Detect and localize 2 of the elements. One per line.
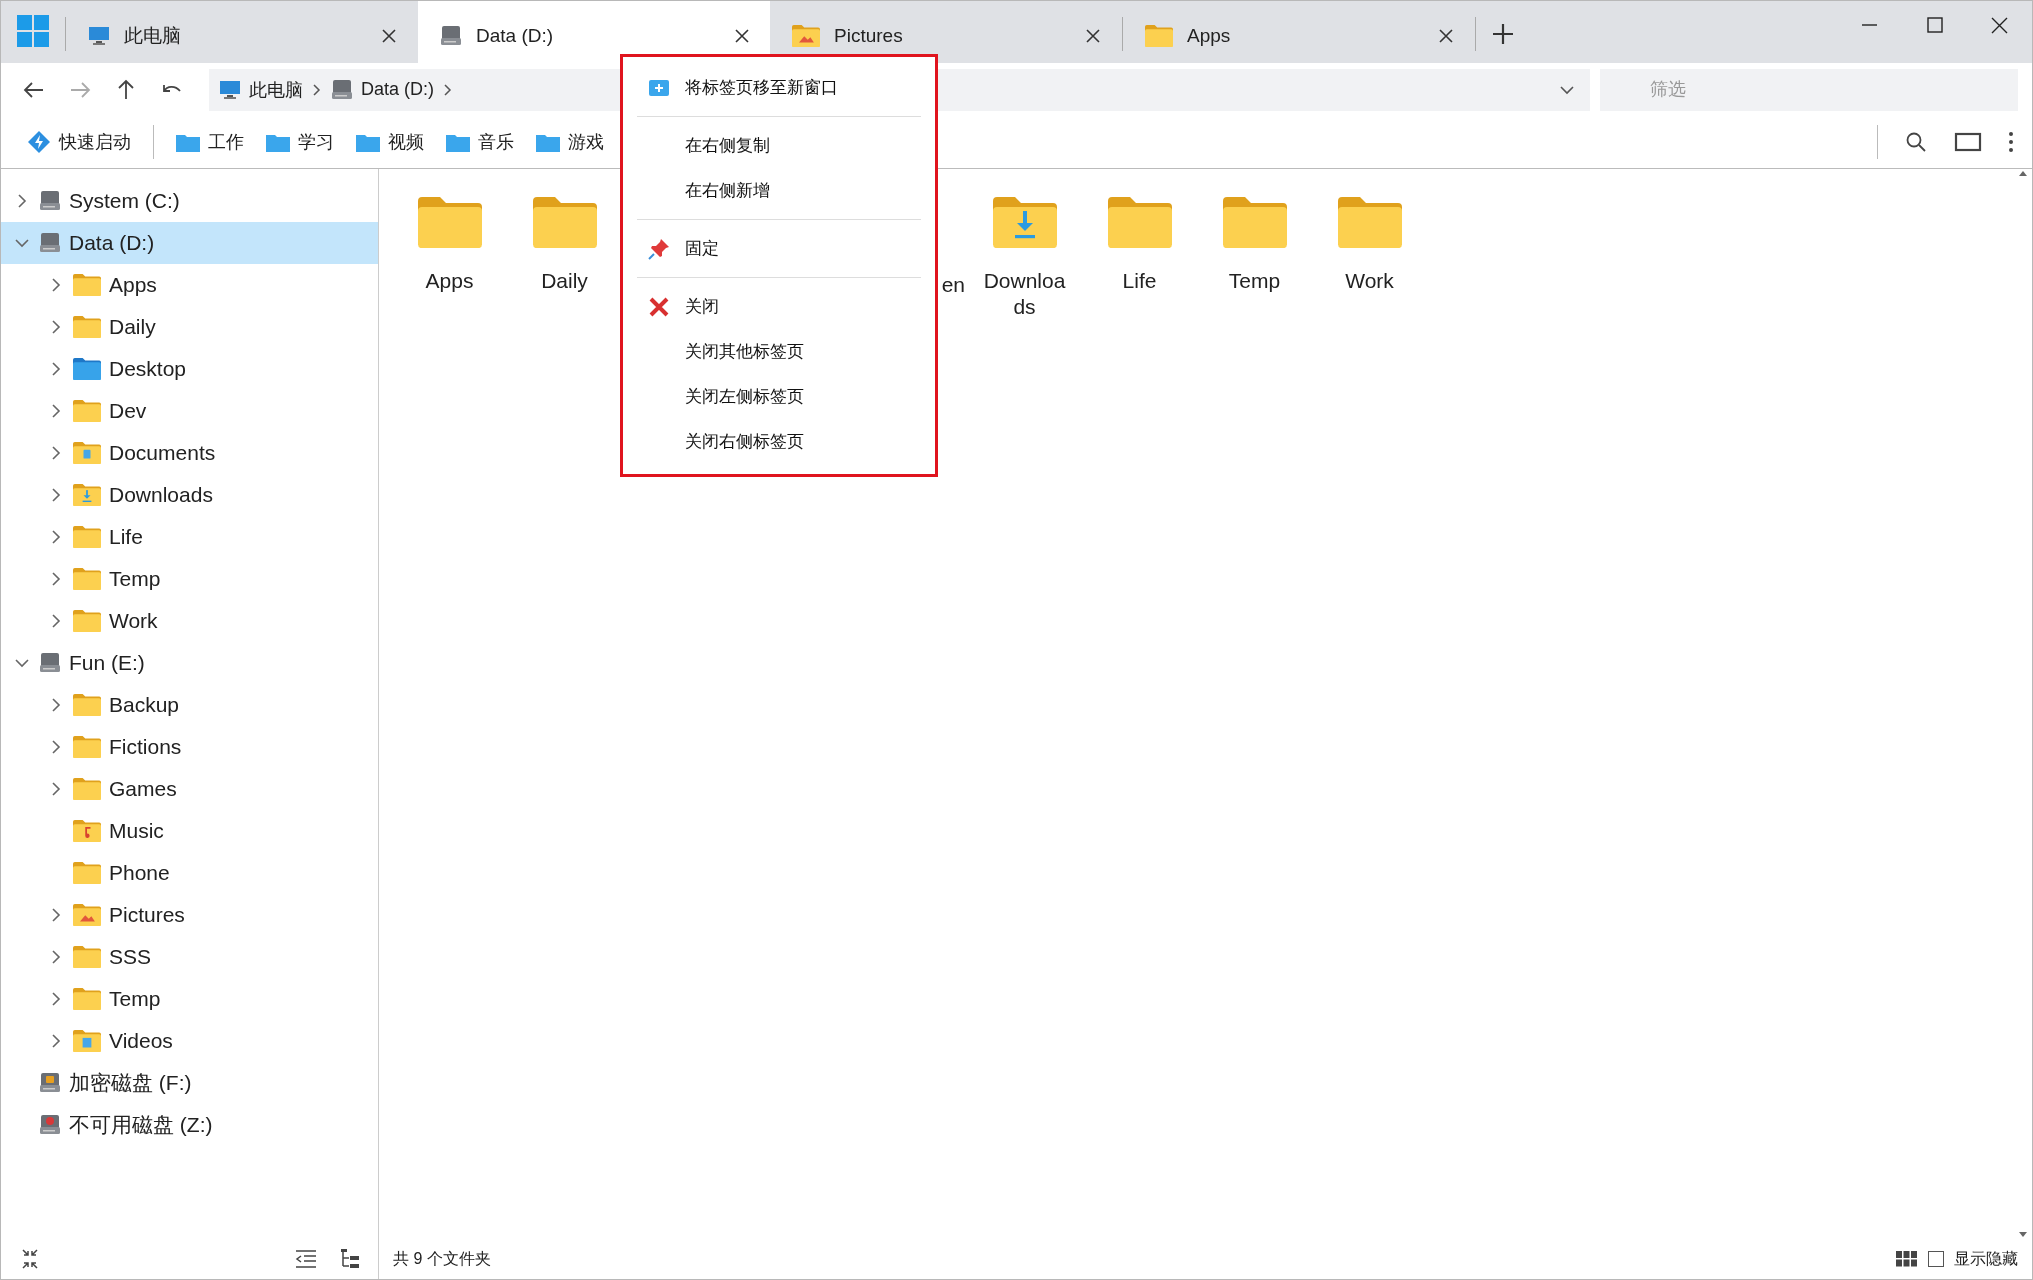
status-text: 共 9 个文件夹 <box>393 1248 491 1269</box>
file-name: en <box>941 272 966 298</box>
